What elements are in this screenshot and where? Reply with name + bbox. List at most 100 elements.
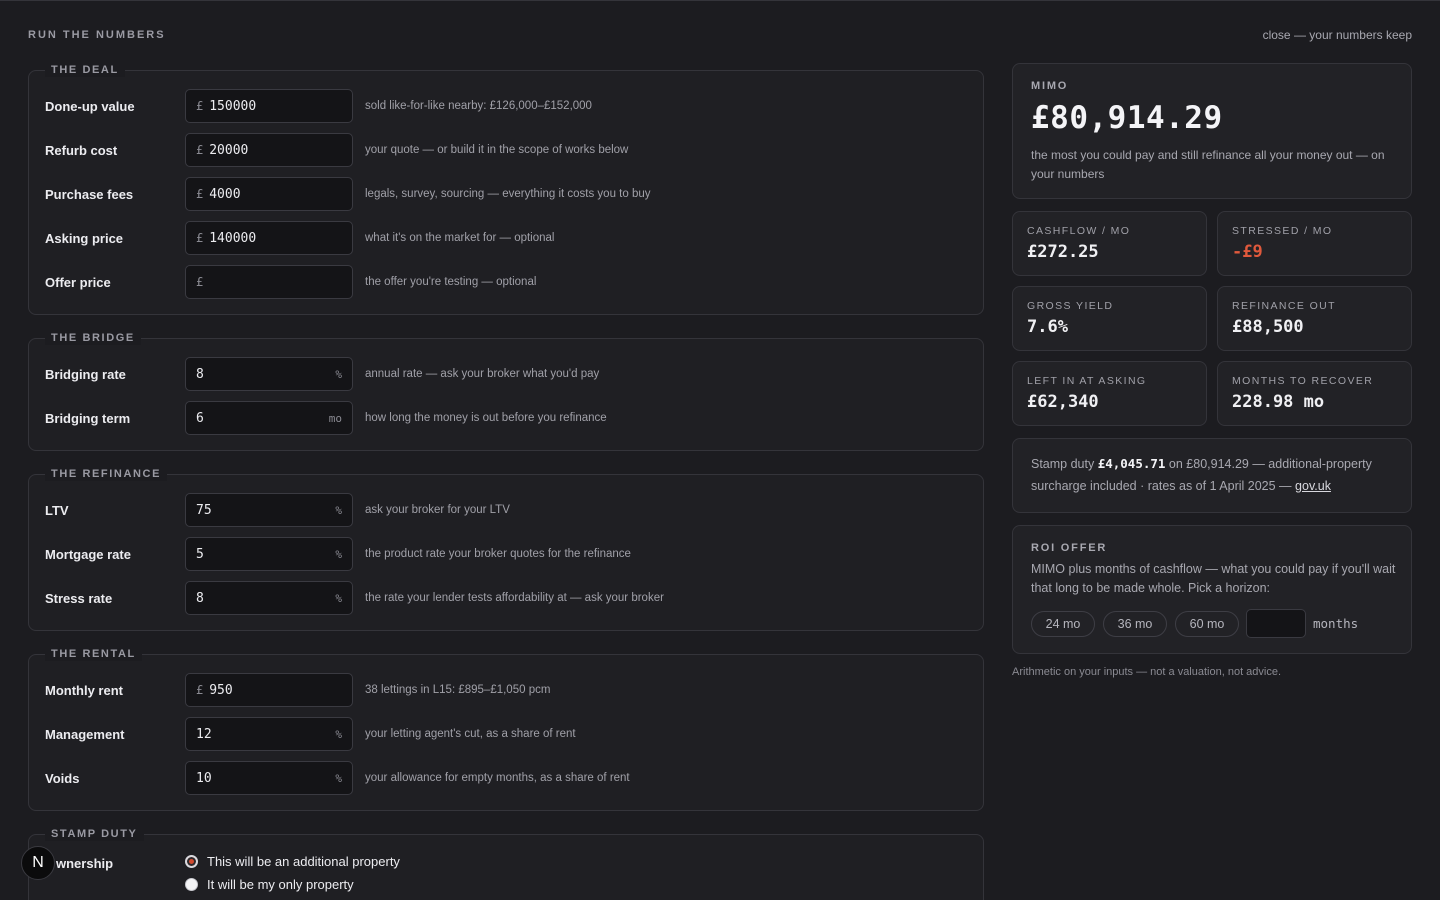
unit-suffix: %: [335, 367, 342, 381]
radio-selected-icon[interactable]: [185, 855, 198, 868]
stat-value: £272.25: [1027, 242, 1099, 262]
stress-rate-input[interactable]: 8%: [185, 581, 353, 615]
stat-refinance-out: REFINANCE OUT £88,500: [1217, 286, 1412, 351]
mimo-description: the most you could pay and still refinan…: [1031, 148, 1385, 181]
field-hint: 38 lettings in L15: £895–£1,050 pcm: [365, 684, 551, 696]
section-the-deal: THE DEAL Done-up value £150000 sold like…: [28, 63, 984, 315]
unit-suffix: %: [335, 727, 342, 741]
unit-suffix: %: [335, 591, 342, 605]
field-label: Stress rate: [45, 590, 113, 606]
row-management: Management 12% your letting agent's cut,…: [29, 717, 983, 751]
stat-months-to-recover: MONTHS TO RECOVER 228.98 mo: [1217, 361, 1412, 426]
roi-label: ROI OFFER: [1031, 542, 1108, 554]
section-legend: STAMP DUTY: [45, 827, 144, 841]
stat-label: STRESSED / MO: [1232, 225, 1333, 237]
custom-months-input[interactable]: [1246, 609, 1306, 638]
asking-price-input[interactable]: £140000: [185, 221, 353, 255]
horizon-36-button[interactable]: 36 mo: [1103, 611, 1167, 637]
horizon-24-button[interactable]: 24 mo: [1031, 611, 1095, 637]
row-offer-price: Offer price £ the offer you're testing —…: [29, 265, 983, 299]
currency-prefix: £: [196, 275, 204, 289]
row-mortgage-rate: Mortgage rate 5% the product rate your b…: [29, 537, 983, 571]
field-label: Bridging term: [45, 410, 131, 426]
section-legend: THE DEAL: [45, 63, 125, 77]
field-label: Mortgage rate: [45, 546, 131, 562]
field-hint: the offer you're testing — optional: [365, 276, 537, 288]
field-label: Bridging rate: [45, 366, 126, 382]
unit-suffix: %: [335, 503, 342, 517]
field-hint: your allowance for empty months, as a sh…: [365, 772, 630, 784]
radio-label: It will be my only property: [207, 877, 354, 892]
voids-input[interactable]: 10%: [185, 761, 353, 795]
input-value: 6: [196, 410, 204, 426]
input-value: 950: [209, 682, 233, 698]
stat-label: CASHFLOW / MO: [1027, 225, 1131, 237]
row-purchase-fees: Purchase fees £4000 legals, survey, sour…: [29, 177, 983, 211]
radio-unselected-icon[interactable]: [185, 878, 198, 891]
section-legend: THE BRIDGE: [45, 331, 141, 345]
field-hint: the product rate your broker quotes for …: [365, 548, 631, 560]
offer-price-input[interactable]: £: [185, 265, 353, 299]
mortgage-rate-input[interactable]: 5%: [185, 537, 353, 571]
field-label: Purchase fees: [45, 186, 134, 202]
management-input[interactable]: 12%: [185, 717, 353, 751]
row-voids: Voids 10% your allowance for empty month…: [29, 761, 983, 795]
input-value: 75: [196, 502, 212, 518]
stamp-duty-amount: £4,045.71: [1097, 456, 1166, 471]
stat-value: £62,340: [1027, 392, 1099, 412]
stamp-duty-note: Stamp duty £4,045.71 on £80,914.29 — add…: [1031, 453, 1401, 497]
field-hint: your letting agent's cut, as a share of …: [365, 728, 576, 740]
stat-cashflow: CASHFLOW / MO £272.25: [1012, 211, 1207, 276]
currency-prefix: £: [196, 143, 204, 157]
field-hint: how long the money is out before you ref…: [365, 412, 607, 424]
currency-prefix: £: [196, 99, 204, 113]
field-hint: legals, survey, sourcing — everything it…: [365, 188, 651, 200]
stat-value: £88,500: [1232, 317, 1304, 337]
stat-label: GROSS YIELD: [1027, 300, 1114, 312]
bridging-rate-input[interactable]: 8%: [185, 357, 353, 391]
disclaimer: Arithmetic on your inputs — not a valuat…: [1012, 666, 1282, 678]
mimo-label: MIMO: [1031, 80, 1069, 92]
gov-uk-link[interactable]: gov.uk: [1295, 479, 1331, 493]
row-bridging-term: Bridging term 6 mo how long the money is …: [29, 401, 983, 435]
row-refurb-cost: Refurb cost £20000 your quote — or build…: [29, 133, 983, 167]
row-monthly-rent: Monthly rent £950 38 lettings in L15: £8…: [29, 673, 983, 707]
input-value: 4000: [209, 186, 241, 202]
monthly-rent-input[interactable]: £950: [185, 673, 353, 707]
section-legend: THE REFINANCE: [45, 467, 168, 481]
section-stamp-duty: STAMP DUTY wnership This will be an addi…: [28, 827, 984, 900]
field-label: LTV: [45, 502, 69, 518]
stat-stressed: STRESSED / MO -£9: [1217, 211, 1412, 276]
bridging-term-input[interactable]: 6 mo: [185, 401, 353, 435]
radio-only-property[interactable]: It will be my only property: [185, 877, 354, 892]
row-asking-price: Asking price £140000 what it's on the ma…: [29, 221, 983, 255]
stat-label: LEFT IN AT ASKING: [1027, 375, 1147, 387]
ltv-input[interactable]: 75%: [185, 493, 353, 527]
months-suffix: months: [1313, 616, 1359, 631]
stat-label: MONTHS TO RECOVER: [1232, 375, 1374, 387]
done-up-value-input[interactable]: £150000: [185, 89, 353, 123]
input-value: 8: [196, 366, 204, 382]
radio-label: This will be an additional property: [207, 854, 400, 869]
close-link[interactable]: close — your numbers keep: [1263, 28, 1412, 42]
n-badge-icon[interactable]: N: [21, 846, 55, 880]
radio-additional-property[interactable]: This will be an additional property: [185, 854, 400, 869]
stamp-duty-card: Stamp duty £4,045.71 on £80,914.29 — add…: [1012, 438, 1412, 513]
input-value: 150000: [209, 98, 257, 114]
horizon-60-button[interactable]: 60 mo: [1175, 611, 1239, 637]
currency-prefix: £: [196, 187, 204, 201]
field-hint: ask your broker for your LTV: [365, 504, 510, 516]
field-label: Offer price: [45, 274, 111, 290]
unit-suffix: %: [335, 771, 342, 785]
purchase-fees-input[interactable]: £4000: [185, 177, 353, 211]
field-hint: sold like-for-like nearby: £126,000–£152…: [365, 100, 592, 112]
roi-offer-card: ROI OFFER MIMO plus months of cashflow —…: [1012, 525, 1412, 654]
field-hint: annual rate — ask your broker what you'd…: [365, 368, 600, 380]
field-label: Management: [45, 726, 125, 742]
field-hint: your quote — or build it in the scope of…: [365, 144, 629, 156]
section-the-rental: THE RENTAL Monthly rent £950 38 lettings…: [28, 647, 984, 811]
field-label: Monthly rent: [45, 682, 123, 698]
row-done-up-value: Done-up value £150000 sold like-for-like…: [29, 89, 983, 123]
section-the-bridge: THE BRIDGE Bridging rate 8% annual rate …: [28, 331, 984, 451]
refurb-cost-input[interactable]: £20000: [185, 133, 353, 167]
